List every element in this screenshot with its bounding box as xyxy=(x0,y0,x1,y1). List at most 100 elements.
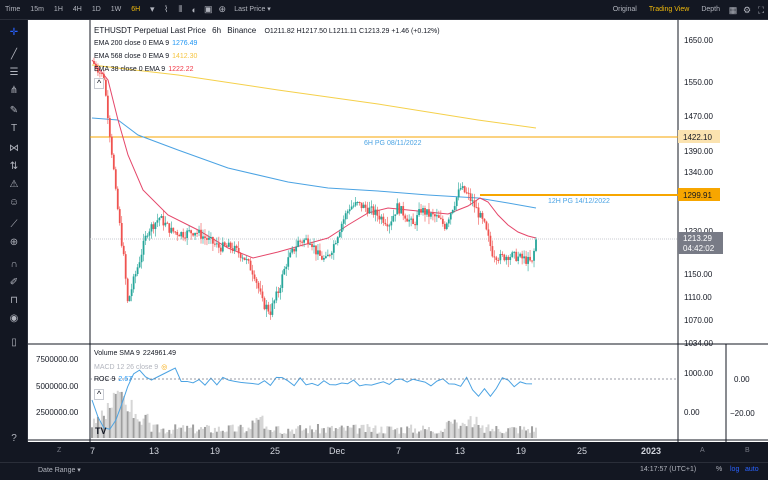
layout-icon[interactable]: ▦ xyxy=(726,5,740,16)
macd-legend[interactable]: MACD 12 26 close 9 ◎ xyxy=(94,363,167,371)
collapse-indicators-icon[interactable]: ^ xyxy=(94,389,105,400)
volume-bar xyxy=(261,415,264,438)
trash-icon[interactable]: ▯ xyxy=(7,336,21,350)
footer-bar: Date Range ▾ 14:17:57 (UTC+1) % log auto xyxy=(0,462,768,480)
volume-bar xyxy=(126,411,129,438)
axis-a-icon[interactable]: A xyxy=(700,447,705,454)
chart-area[interactable]: 6H PG 08/11/2022 12H PG 14/12/2022 1650.… xyxy=(28,20,768,442)
volume-bar xyxy=(146,413,149,438)
level-badge-1299-text: 1299.91 xyxy=(683,191,712,200)
annotation-6h-pg[interactable]: 6H PG 08/11/2022 xyxy=(364,140,422,147)
volume-bar xyxy=(521,429,524,438)
tab-6h[interactable]: 6H xyxy=(126,0,145,20)
volume-bar xyxy=(247,427,250,438)
candle-body xyxy=(164,222,167,226)
ema38-legend[interactable]: EMA 38 close 0 EMA 9 1222.22 xyxy=(94,66,194,73)
pattern-icon[interactable]: ⋈ xyxy=(7,142,21,156)
volume-bar xyxy=(477,424,480,438)
price-type-select[interactable]: Last Price ▾ xyxy=(229,0,276,20)
view-original[interactable]: Original xyxy=(607,0,643,20)
collapse-legend-icon[interactable]: ^ xyxy=(94,78,105,89)
clock-text[interactable]: 14:17:57 (UTC+1) xyxy=(640,466,696,473)
view-tradingview[interactable]: Trading View xyxy=(643,0,695,20)
time-label: 19 xyxy=(210,446,221,456)
magnet-icon[interactable]: ∩ xyxy=(7,258,21,272)
tab-15m[interactable]: 15m xyxy=(25,0,49,20)
chevron-down-icon[interactable]: ▾ xyxy=(145,4,159,15)
candle-body xyxy=(130,289,133,297)
add-icon[interactable]: ⊕ xyxy=(215,4,229,15)
candle-body xyxy=(428,209,430,217)
tab-1d[interactable]: 1D xyxy=(87,0,106,20)
candle-body xyxy=(499,253,502,261)
volume-bars[interactable] xyxy=(91,390,537,438)
candle-body xyxy=(481,212,484,219)
volume-bar xyxy=(162,428,165,438)
percent-toggle[interactable]: % xyxy=(716,466,722,473)
tab-1w[interactable]: 1W xyxy=(106,0,127,20)
volume-bar xyxy=(485,427,488,438)
roc-line[interactable] xyxy=(91,367,533,430)
annotation-12h-pg[interactable]: 12H PG 14/12/2022 xyxy=(548,198,610,205)
ema568-label: EMA 568 close 0 EMA 9 xyxy=(94,53,170,60)
candle-body xyxy=(368,207,371,214)
candle-body xyxy=(237,247,240,254)
fullscreen-icon[interactable]: ⛶ xyxy=(754,5,768,16)
axis-b-icon[interactable]: B xyxy=(745,447,750,454)
settings-toggle-icon[interactable]: ◐ xyxy=(187,5,201,15)
volume-bar xyxy=(263,428,266,438)
text-icon[interactable]: T xyxy=(7,122,21,136)
chart-type-icon[interactable]: ⫴ xyxy=(173,4,187,15)
gear-icon[interactable]: ⚙ xyxy=(740,5,754,16)
chart-canvas[interactable]: 6H PG 08/11/2022 12H PG 14/12/2022 1650.… xyxy=(28,20,768,442)
indicators-icon[interactable]: ⌇ xyxy=(159,4,173,15)
icons-icon[interactable]: ☺ xyxy=(7,196,21,210)
prediction-icon[interactable]: ⇅ xyxy=(7,160,21,174)
camera-icon[interactable]: ▣ xyxy=(201,4,215,15)
horizontal-lines-icon[interactable]: ☰ xyxy=(7,66,21,80)
pencil-lock-icon[interactable]: ✐ xyxy=(7,276,21,290)
shapes-icon[interactable]: ⚠ xyxy=(7,178,21,192)
zoom-in-icon[interactable]: ⊕ xyxy=(7,236,21,250)
view-depth[interactable]: Depth xyxy=(695,0,726,20)
ema200-legend[interactable]: EMA 200 close 0 EMA 9 1276.49 xyxy=(94,40,197,47)
volume-bar xyxy=(229,425,232,438)
log-toggle[interactable]: log xyxy=(730,466,739,473)
roc-label: ROC 9 xyxy=(94,376,116,383)
brush-icon[interactable]: ✎ xyxy=(7,104,21,118)
candle-body xyxy=(370,206,373,208)
tab-time[interactable]: Time xyxy=(0,0,25,20)
pitchfork-icon[interactable]: ⋔ xyxy=(7,84,21,98)
ema568-legend[interactable]: EMA 568 close 0 EMA 9 1412.30 xyxy=(94,53,197,60)
lock-icon[interactable]: ⊓ xyxy=(7,294,21,308)
zoom-out-icon[interactable]: Z xyxy=(57,447,61,454)
candle-body xyxy=(283,268,286,275)
macd-axis-tick: 0.00 xyxy=(684,408,700,417)
volume-legend[interactable]: Volume SMA 9 224961.49 xyxy=(94,350,176,357)
eye-icon[interactable]: ◉ xyxy=(7,312,21,326)
eye-icon[interactable]: ◎ xyxy=(161,364,167,371)
candle-body xyxy=(362,204,365,209)
crosshair-icon[interactable]: ✛ xyxy=(7,26,21,40)
ruler-icon[interactable]: ⟋ xyxy=(7,218,21,232)
candle-body xyxy=(144,235,147,241)
symbol-legend[interactable]: ETHUSDT Perpetual Last Price 6h Binance … xyxy=(94,26,440,35)
date-range-button[interactable]: Date Range ▾ xyxy=(38,466,81,474)
trendline-icon[interactable]: ╱ xyxy=(7,48,21,62)
volume-bar xyxy=(469,416,472,438)
volume-bar xyxy=(533,431,536,438)
volume-bar xyxy=(275,426,278,438)
candle-body xyxy=(235,245,238,248)
time-axis[interactable]: Z 7 13 19 25 Dec 7 13 19 25 2023 A B xyxy=(0,442,768,462)
volume-bar xyxy=(467,419,470,438)
volume-bar xyxy=(354,424,357,438)
tab-1h[interactable]: 1H xyxy=(49,0,68,20)
volume-bar xyxy=(281,433,284,438)
roc-axis-tick: −20.00 xyxy=(730,409,755,418)
volume-bar xyxy=(418,431,421,438)
volume-bar xyxy=(499,431,502,438)
auto-toggle[interactable]: auto xyxy=(745,466,759,473)
roc-legend[interactable]: ROC 9 2.67 xyxy=(94,376,132,383)
tab-4h[interactable]: 4H xyxy=(68,0,87,20)
candle-body xyxy=(352,205,355,207)
